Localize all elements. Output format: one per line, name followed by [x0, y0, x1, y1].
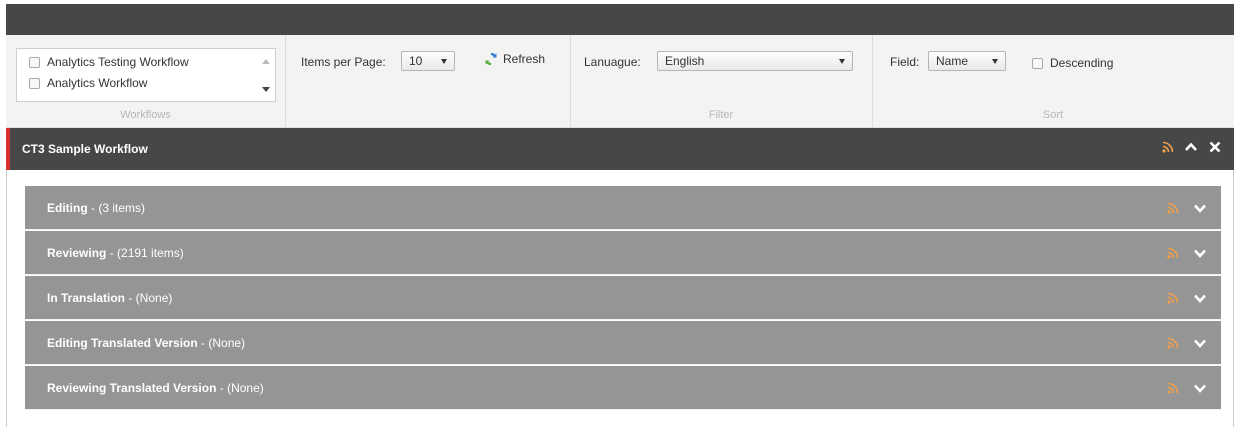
workflow-panel-body: Editing - (3 items) Reviewing - (2191 it…: [6, 170, 1234, 427]
state-count: - (2191 items): [106, 246, 184, 260]
language-value: English: [665, 54, 705, 68]
workflow-state-row[interactable]: Reviewing Translated Version - (None): [25, 366, 1221, 410]
chevron-down-icon: [839, 59, 845, 64]
panel-header-actions: [1162, 140, 1222, 154]
scroll-down-arrow-icon[interactable]: [262, 87, 270, 92]
paging-section: Items per Page: 10 Refresh: [285, 35, 571, 127]
top-bar: [6, 4, 1234, 35]
chevron-down-icon: [992, 59, 998, 64]
workflows-caption: Workflows: [120, 109, 171, 121]
workflow-list[interactable]: Analytics Testing Workflow Analytics Wor…: [16, 48, 276, 102]
workflow-checkbox[interactable]: [29, 56, 40, 68]
state-count: - (3 items): [87, 201, 146, 215]
toolbar: Analytics Testing Workflow Analytics Wor…: [6, 35, 1234, 128]
workflow-panel-header: CT3 Sample Workflow: [6, 128, 1234, 170]
filter-section: Lanuague: English Filter: [570, 35, 873, 127]
workflow-item[interactable]: Analytics Workflow: [29, 74, 147, 92]
items-per-page-value: 10: [409, 54, 423, 68]
sort-section: Field: Name Descending Sort: [872, 35, 1234, 127]
workflow-state-row[interactable]: Editing - (3 items): [25, 186, 1221, 230]
descending-checkbox[interactable]: [1032, 57, 1043, 69]
scroll-up-arrow-icon[interactable]: [262, 59, 270, 64]
refresh-label: Refresh: [503, 52, 546, 66]
items-per-page-label: Items per Page:: [301, 55, 386, 69]
sort-caption: Sort: [1042, 109, 1064, 121]
rss-icon[interactable]: [1167, 382, 1179, 394]
state-count: - (None): [125, 291, 173, 305]
workflow-item-label: Analytics Testing Workflow: [47, 55, 189, 69]
chevron-down-icon: [441, 59, 447, 64]
workflow-state-row[interactable]: Reviewing - (2191 items): [25, 231, 1221, 275]
panel-accent-bar: [6, 128, 10, 170]
language-label: Lanuague:: [584, 55, 641, 69]
refresh-icon: [485, 52, 497, 66]
state-count: - (None): [216, 381, 264, 395]
sort-field-select[interactable]: Name: [928, 51, 1006, 71]
descending-toggle[interactable]: Descending: [1032, 54, 1113, 72]
workflow-checkbox[interactable]: [29, 77, 40, 89]
rss-icon[interactable]: [1167, 202, 1179, 214]
state-name: Reviewing Translated Version: [47, 381, 217, 395]
refresh-button[interactable]: Refresh: [484, 52, 545, 66]
state-name: In Translation: [47, 291, 126, 305]
chevron-down-icon[interactable]: [1193, 291, 1207, 305]
filter-caption: Filter: [708, 109, 734, 121]
state-name: Editing: [47, 201, 88, 215]
chevron-down-icon[interactable]: [1193, 246, 1207, 260]
workflows-section: Analytics Testing Workflow Analytics Wor…: [6, 35, 286, 127]
collapse-icon[interactable]: [1184, 140, 1198, 154]
items-per-page-select[interactable]: 10: [401, 51, 455, 71]
descending-label: Descending: [1050, 56, 1114, 70]
language-select[interactable]: English: [657, 51, 853, 71]
rss-icon[interactable]: [1167, 247, 1179, 259]
workflow-item-label: Analytics Workflow: [47, 76, 148, 90]
sort-field-value: Name: [936, 54, 969, 68]
state-count: - (None): [197, 336, 246, 350]
chevron-down-icon[interactable]: [1193, 201, 1207, 215]
rss-icon[interactable]: [1167, 337, 1179, 349]
workflow-state-row[interactable]: In Translation - (None): [25, 276, 1221, 320]
chevron-down-icon[interactable]: [1193, 336, 1207, 350]
field-label: Field:: [890, 55, 920, 69]
panel-title: CT3 Sample Workflow: [22, 142, 148, 156]
state-name: Editing Translated Version: [47, 336, 198, 350]
rss-icon[interactable]: [1167, 292, 1179, 304]
workflow-item[interactable]: Analytics Testing Workflow: [29, 53, 189, 71]
chevron-down-icon[interactable]: [1193, 381, 1207, 395]
state-name: Reviewing: [47, 246, 107, 260]
rss-icon[interactable]: [1162, 141, 1174, 153]
close-icon[interactable]: [1208, 140, 1222, 154]
workflow-state-row[interactable]: Editing Translated Version - (None): [25, 321, 1221, 365]
